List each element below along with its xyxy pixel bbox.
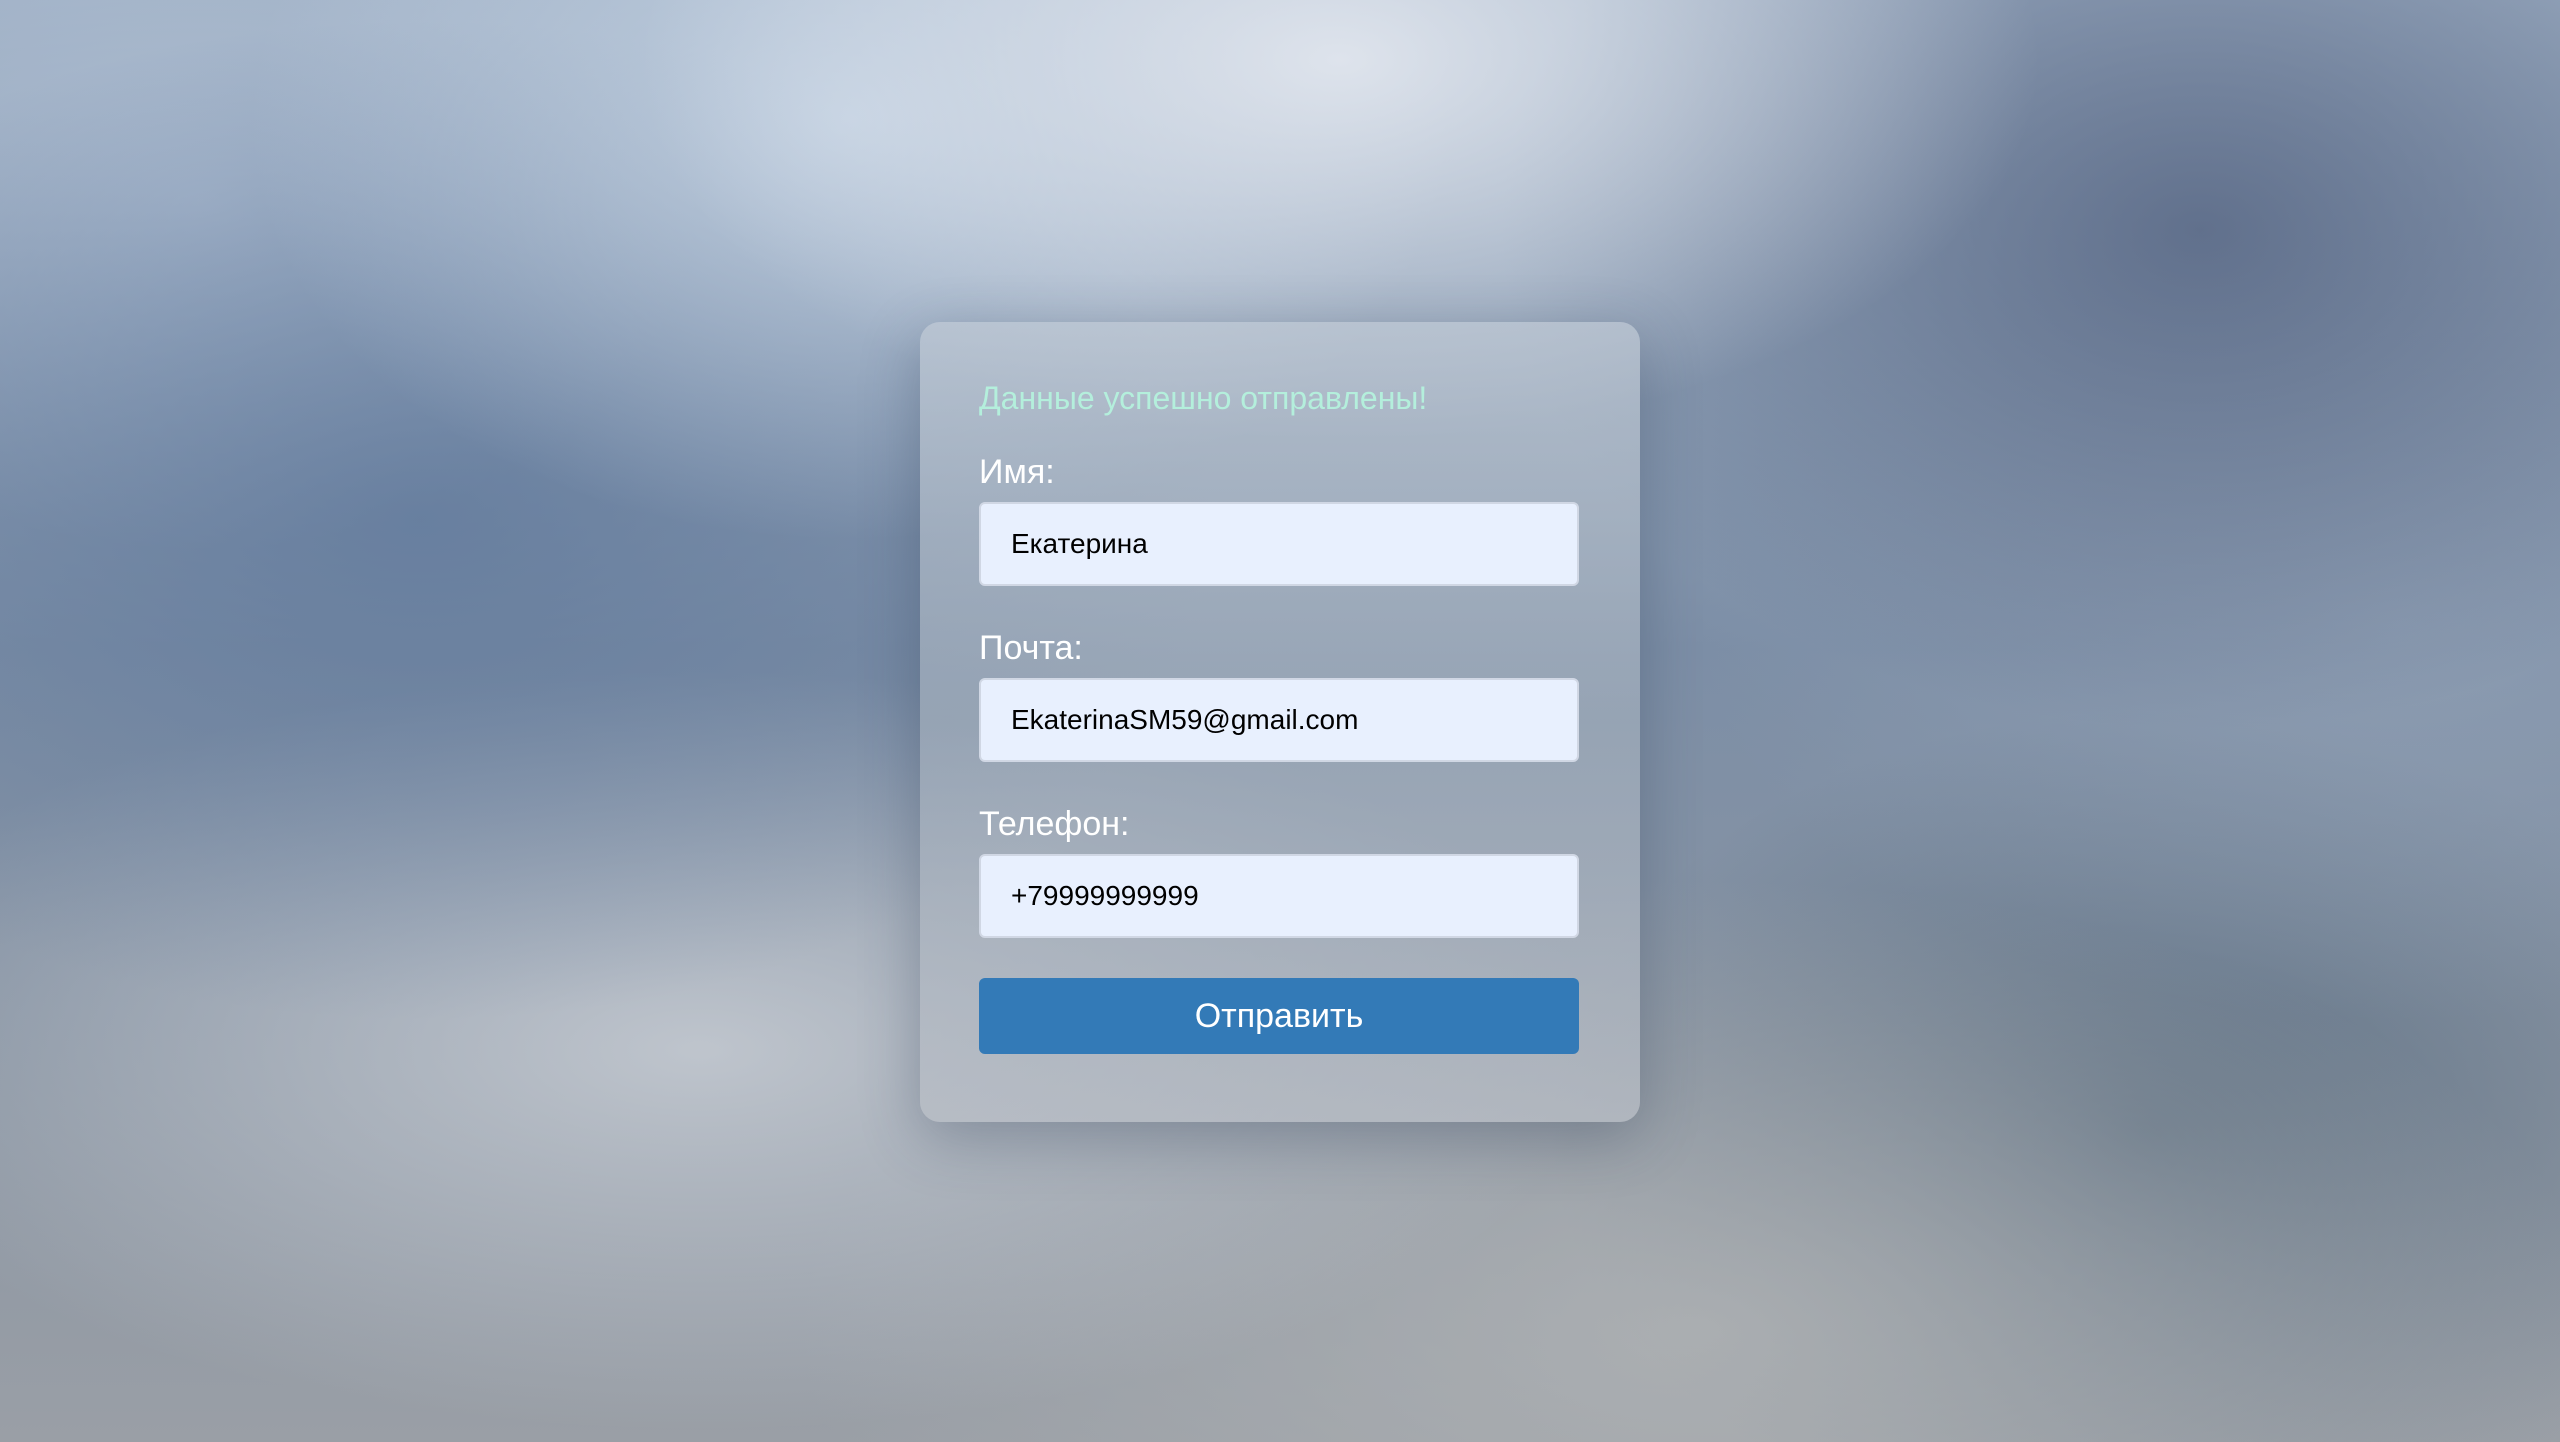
name-label: Имя: xyxy=(979,453,1055,491)
email-input[interactable] xyxy=(979,678,1579,762)
success-message: Данные успешно отправлены! xyxy=(979,380,1428,416)
page-background: { "form": { "success_message": "Данные у… xyxy=(0,0,2560,1442)
contact-form-card: Данные успешно отправлены! Имя: Почта: Т… xyxy=(920,322,1640,1122)
email-label: Почта: xyxy=(979,629,1083,667)
submit-button[interactable]: Отправить xyxy=(979,978,1579,1054)
phone-input[interactable] xyxy=(979,854,1579,938)
phone-label: Телефон: xyxy=(979,805,1130,843)
name-input[interactable] xyxy=(979,502,1579,586)
